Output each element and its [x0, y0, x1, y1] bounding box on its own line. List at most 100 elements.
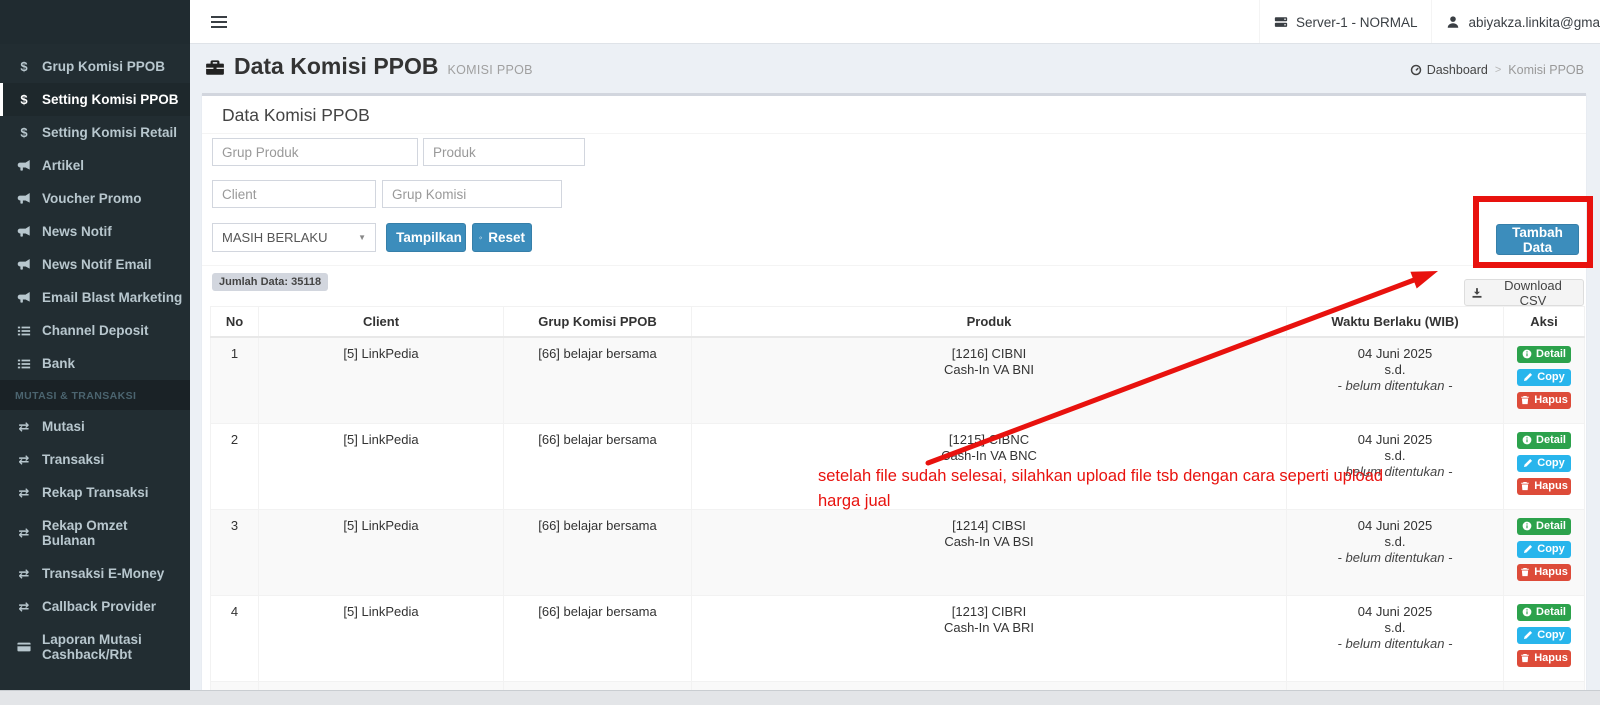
- status-filter-select[interactable]: MASIH BERLAKU ▼: [212, 223, 376, 252]
- sidebar-item-label: Grup Komisi PPOB: [42, 59, 166, 74]
- copy-button[interactable]: Copy: [1517, 455, 1571, 472]
- info-icon: [1522, 607, 1532, 617]
- main-content: Data Komisi PPOB KOMISI PPOB Dashboard >…: [190, 44, 1600, 690]
- sidebar-item-rekap-transaksi[interactable]: ⇄ Rekap Transaksi: [0, 476, 190, 509]
- hamburger-menu-button[interactable]: [198, 0, 240, 43]
- table-header-row: No Client Grup Komisi PPOB Produk Waktu …: [210, 306, 1585, 338]
- hapus-button[interactable]: Hapus: [1517, 478, 1571, 495]
- list-icon: [15, 323, 33, 338]
- col-header-client: Client: [258, 306, 504, 338]
- col-header-waktu: Waktu Berlaku (WIB): [1286, 306, 1504, 338]
- client-input[interactable]: [212, 180, 376, 208]
- cell-produk: [1216] CIBNI Cash-In VA BNI: [691, 336, 1287, 424]
- cell-produk: [1212] CIMANDIRICash-In VA MANDIRI: [691, 681, 1287, 690]
- copy-button[interactable]: Copy: [1517, 627, 1571, 644]
- exchange-icon: ⇄: [18, 451, 30, 467]
- sidebar-item-callback-provider[interactable]: ⇄ Callback Provider: [0, 590, 190, 623]
- sidebar-item-label: Setting Komisi Retail: [42, 125, 178, 140]
- download-icon: [1472, 287, 1482, 298]
- cell-aksi: Detail Copy Hapus: [1503, 336, 1585, 424]
- breadcrumb-separator: >: [1494, 64, 1502, 76]
- sidebar-item-label: News Notif Email: [42, 257, 152, 272]
- page-subtitle: KOMISI PPOB: [447, 62, 533, 77]
- sidebar-item-news-notif-email[interactable]: News Notif Email: [0, 248, 190, 281]
- cell-grup: [66] belajar bersama: [503, 509, 692, 596]
- breadcrumb: Dashboard > Komisi PPOB: [1410, 63, 1584, 77]
- detail-button[interactable]: Detail: [1517, 518, 1571, 535]
- tampilkan-button[interactable]: Tampilkan: [386, 223, 466, 252]
- sidebar-item-rekap-omzet-bulanan[interactable]: ⇄ Rekap Omzet Bulanan: [0, 509, 190, 557]
- cell-client: [5] LinkPedia: [258, 681, 504, 690]
- navbar-server-item[interactable]: Server-1 - NORMAL: [1258, 0, 1432, 43]
- sidebar: $ Grup Komisi PPOB $ Setting Komisi PPOB…: [0, 0, 190, 690]
- box-title-divider: [202, 133, 1586, 134]
- sidebar-item-setting-komisi-ppob[interactable]: $ Setting Komisi PPOB: [0, 83, 190, 116]
- data-komisi-box: Data Komisi PPOB MASIH BERLAKU ▼ Tampilk…: [202, 93, 1586, 690]
- navbar-user-item[interactable]: abiyakza.linkita@gma: [1431, 0, 1600, 43]
- hapus-button[interactable]: Hapus: [1517, 564, 1571, 581]
- col-header-grup-komisi: Grup Komisi PPOB: [503, 306, 692, 338]
- sidebar-item-label: Transaksi: [42, 452, 105, 467]
- cell-no: 3: [210, 509, 259, 596]
- exchange-icon: ⇄: [18, 484, 30, 500]
- table-row: 5 [5] LinkPedia [66] belajar bersama [12…: [210, 681, 1585, 690]
- navbar-right: Server-1 - NORMAL abiyakza.linkita@gma: [1258, 0, 1600, 43]
- cell-grup: [66] belajar bersama: [503, 336, 692, 424]
- sidebar-item-news-notif[interactable]: News Notif: [0, 215, 190, 248]
- breadcrumb-dashboard-link[interactable]: Dashboard: [1410, 63, 1488, 77]
- sidebar-item-transaksi[interactable]: ⇄ Transaksi: [0, 443, 190, 476]
- sidebar-section-header: MUTASI & TRANSAKSI: [0, 380, 190, 410]
- jumlah-data-badge: Jumlah Data: 35118: [212, 273, 329, 291]
- sidebar-item-label: Rekap Transaksi: [42, 485, 149, 500]
- top-navbar: Server-1 - NORMAL abiyakza.linkita@gma: [190, 0, 1600, 44]
- sidebar-item-email-blast-marketing[interactable]: Email Blast Marketing: [0, 281, 190, 314]
- cell-no: 1: [210, 336, 259, 424]
- sidebar-item-artikel[interactable]: Artikel: [0, 149, 190, 182]
- produk-input[interactable]: [423, 138, 585, 166]
- sidebar-item-label: Callback Provider: [42, 599, 157, 614]
- dashboard-icon: [1410, 64, 1421, 76]
- page-title: Data Komisi PPOB: [234, 53, 439, 79]
- copy-button[interactable]: Copy: [1517, 541, 1571, 558]
- sidebar-item-label: Transaksi E-Money: [42, 566, 165, 581]
- exchange-icon: ⇄: [18, 418, 30, 434]
- hapus-button[interactable]: Hapus: [1517, 392, 1571, 409]
- cell-aksi: Detail Copy Hapus: [1503, 423, 1585, 510]
- cell-grup: [66] belajar bersama: [503, 595, 692, 682]
- refresh-icon: [479, 236, 482, 239]
- sidebar-item-laporan-mutasi-cashback[interactable]: Laporan Mutasi Cashback/Rbt: [0, 623, 190, 671]
- sidebar-item-channel-deposit[interactable]: Channel Deposit: [0, 314, 190, 347]
- box-title: Data Komisi PPOB: [222, 105, 370, 125]
- cell-no: 2: [210, 423, 259, 510]
- sidebar-item-grup-komisi-ppob[interactable]: $ Grup Komisi PPOB: [0, 50, 190, 83]
- tambah-data-button[interactable]: Tambah Data: [1496, 224, 1579, 255]
- hapus-button[interactable]: Hapus: [1517, 650, 1571, 667]
- grup-komisi-input[interactable]: [382, 180, 562, 208]
- pencil-icon: [1524, 630, 1533, 640]
- sidebar-item-voucher-promo[interactable]: Voucher Promo: [0, 182, 190, 215]
- list-icon: [15, 356, 33, 371]
- download-csv-button[interactable]: Download CSV: [1464, 278, 1584, 308]
- credit-card-icon: [15, 640, 33, 655]
- detail-button[interactable]: Detail: [1517, 346, 1571, 363]
- sidebar-item-label: Email Blast Marketing: [42, 290, 183, 305]
- grup-produk-input[interactable]: [212, 138, 418, 166]
- sidebar-item-mutasi[interactable]: ⇄ Mutasi: [0, 410, 190, 443]
- reset-button[interactable]: Reset: [472, 223, 532, 252]
- detail-button[interactable]: Detail: [1517, 432, 1571, 449]
- col-header-no: No: [210, 306, 259, 338]
- cell-client: [5] LinkPedia: [258, 509, 504, 596]
- cell-waktu: 04 Juni 2025s.d.- belum ditentukan -: [1286, 509, 1504, 596]
- copy-button[interactable]: Copy: [1517, 369, 1571, 386]
- sidebar-item-setting-komisi-retail[interactable]: $ Setting Komisi Retail: [0, 116, 190, 149]
- detail-button[interactable]: Detail: [1517, 604, 1571, 621]
- sidebar-item-bank[interactable]: Bank: [0, 347, 190, 380]
- sidebar-logo: [0, 0, 190, 44]
- cell-produk: [1215] CIBNC Cash-In VA BNC: [691, 423, 1287, 510]
- data-table-wrap: No Client Grup Komisi PPOB Produk Waktu …: [210, 306, 1585, 690]
- cell-aksi: Detail Copy Hapus: [1503, 595, 1585, 682]
- cell-waktu: 04 Juni 2025s.d.- belum ditentukan -: [1286, 336, 1504, 424]
- info-icon: [1522, 521, 1532, 531]
- sidebar-item-transaksi-emoney[interactable]: ⇄ Transaksi E-Money: [0, 557, 190, 590]
- table-row: 2 [5] LinkPedia [66] belajar bersama [12…: [210, 423, 1585, 510]
